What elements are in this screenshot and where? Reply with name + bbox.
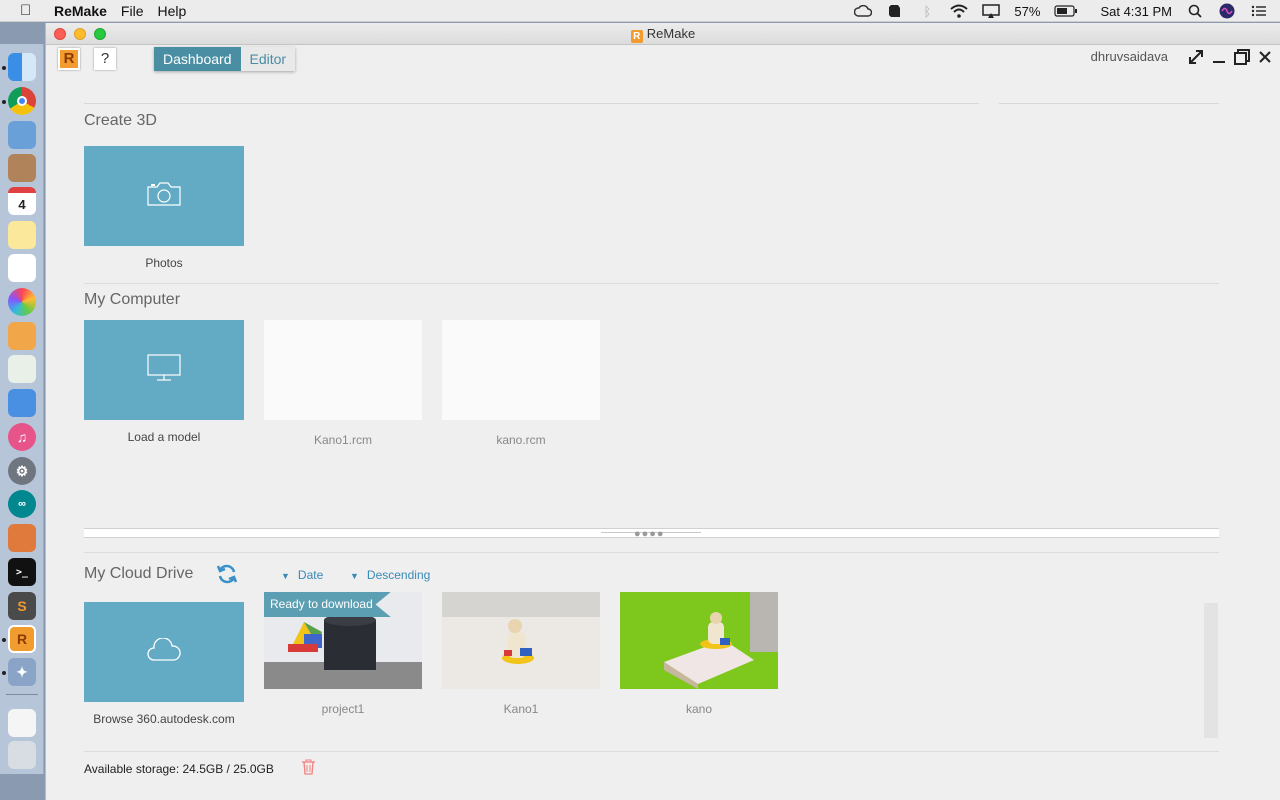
keynote-icon[interactable]	[8, 389, 36, 417]
clock[interactable]: Sat 4:31 PM	[1100, 4, 1172, 19]
remake-logo-button[interactable]: R	[58, 48, 80, 70]
airplay-icon[interactable]	[982, 4, 1001, 18]
sublime-icon[interactable]: S	[8, 592, 36, 620]
refresh-icon[interactable]	[216, 563, 238, 591]
sort-order-label: Descending	[366, 568, 431, 582]
create3d-title: Create 3D	[84, 112, 157, 129]
menu-bar:  ReMake File Help ᛒ 57% Sat 4:31 PM	[0, 0, 1280, 22]
numbers-icon[interactable]	[8, 355, 36, 383]
splitter-dots-icon[interactable]: ●●●●	[634, 528, 665, 540]
maximize-app-icon[interactable]	[1234, 49, 1250, 70]
project-name: Kano1	[503, 702, 539, 716]
divider	[84, 103, 979, 104]
chrome-icon[interactable]	[8, 87, 36, 115]
apple-icon[interactable]: 	[20, 2, 40, 19]
trash-dock-icon[interactable]	[8, 741, 36, 769]
ready-to-download-badge: Ready to download	[264, 592, 391, 617]
sort-field-dropdown[interactable]: ▼ Date	[281, 568, 323, 582]
contacts-icon[interactable]	[8, 154, 36, 182]
my-computer-title: My Computer	[84, 291, 181, 308]
notes-icon[interactable]	[8, 221, 36, 249]
menu-app-name[interactable]: ReMake	[54, 3, 107, 19]
view-tabs: Dashboard Editor	[154, 47, 296, 71]
menu-help[interactable]: Help	[157, 3, 186, 19]
file-tile-kano1[interactable]	[264, 320, 422, 420]
close-app-icon[interactable]	[1258, 49, 1272, 70]
preview-icon[interactable]	[8, 121, 36, 149]
browse-cloud-label: Browse 360.autodesk.com	[93, 712, 235, 726]
cloud-scrollbar[interactable]	[1204, 603, 1218, 738]
remake-title-icon: R	[630, 30, 643, 43]
username[interactable]: dhruvsaidava	[1091, 49, 1168, 64]
file-tile-kano[interactable]	[442, 320, 600, 420]
camera-icon	[147, 181, 181, 211]
arduino-icon[interactable]: ∞	[8, 490, 36, 518]
tab-editor[interactable]: Editor	[240, 47, 296, 71]
divider	[999, 103, 1219, 104]
dropdown-arrow-icon: ▼	[281, 571, 290, 581]
downloads-stack-icon[interactable]	[8, 709, 36, 737]
window-title: R ReMake	[46, 26, 1280, 43]
project-thumbnail[interactable]	[442, 592, 600, 689]
notification-center-icon[interactable]	[1250, 4, 1268, 18]
sort-order-dropdown[interactable]: ▼ Descending	[350, 568, 430, 582]
tab-dashboard[interactable]: Dashboard	[154, 47, 241, 71]
menu-file[interactable]: File	[121, 3, 144, 19]
divider	[84, 552, 1219, 553]
unarchiver-icon[interactable]	[8, 524, 36, 552]
project-name: project1	[321, 702, 365, 716]
remake-dock-icon[interactable]: R	[8, 625, 36, 653]
sort-field-label: Date	[297, 568, 324, 582]
dock: 4 ♫ ⚙ ∞ >_ S R ✦	[0, 44, 44, 774]
divider	[84, 283, 1219, 284]
pages-icon[interactable]	[8, 322, 36, 350]
battery-percent: 57%	[1014, 3, 1041, 19]
project-thumbnail[interactable]	[620, 592, 778, 689]
load-model-label: Load a model	[127, 430, 201, 444]
wifi-icon[interactable]	[950, 4, 969, 18]
finder-icon[interactable]	[8, 53, 36, 81]
siri-icon[interactable]	[1218, 3, 1236, 19]
app-window: R ReMake R ? Dashboard Editor dhruvsaidav…	[45, 23, 1280, 800]
monitor-icon	[147, 353, 181, 387]
project-thumbnail[interactable]: Ready to download	[264, 592, 422, 689]
trash-icon[interactable]	[301, 759, 316, 780]
minimize-app-icon[interactable]	[1212, 49, 1226, 70]
terminal-icon[interactable]: >_	[8, 558, 36, 586]
calendar-icon[interactable]: 4	[8, 187, 36, 215]
browse-cloud-tile[interactable]	[84, 602, 244, 702]
search-icon[interactable]	[1186, 4, 1204, 18]
help-button[interactable]: ?	[94, 48, 116, 70]
utilities-icon[interactable]: ✦	[8, 658, 36, 686]
file-label: Kano1.rcm	[313, 433, 373, 447]
file-label: kano.rcm	[496, 433, 546, 447]
reminders-icon[interactable]	[8, 254, 36, 282]
fullscreen-icon[interactable]	[1188, 49, 1204, 70]
itunes-icon[interactable]: ♫	[8, 423, 36, 451]
title-bar: R ReMake	[46, 23, 1280, 45]
evernote-icon[interactable]	[886, 4, 904, 18]
photos-app-icon[interactable]	[8, 288, 36, 316]
system-preferences-icon[interactable]: ⚙	[8, 457, 36, 485]
dropdown-arrow-icon: ▼	[350, 571, 359, 581]
load-model-tile[interactable]	[84, 320, 244, 420]
storage-text: Available storage: 24.5GB / 25.0GB	[84, 762, 274, 776]
bluetooth-icon[interactable]: ᛒ	[918, 4, 936, 19]
project-name: kano	[685, 702, 713, 716]
cloud-drive-title: My Cloud Drive	[84, 565, 194, 582]
photos-label: Photos	[145, 256, 183, 270]
photos-tile[interactable]	[84, 146, 244, 246]
divider	[84, 751, 1219, 752]
battery-icon[interactable]	[1054, 4, 1078, 18]
cloud-icon	[146, 636, 182, 667]
creative-cloud-icon[interactable]	[854, 4, 873, 18]
